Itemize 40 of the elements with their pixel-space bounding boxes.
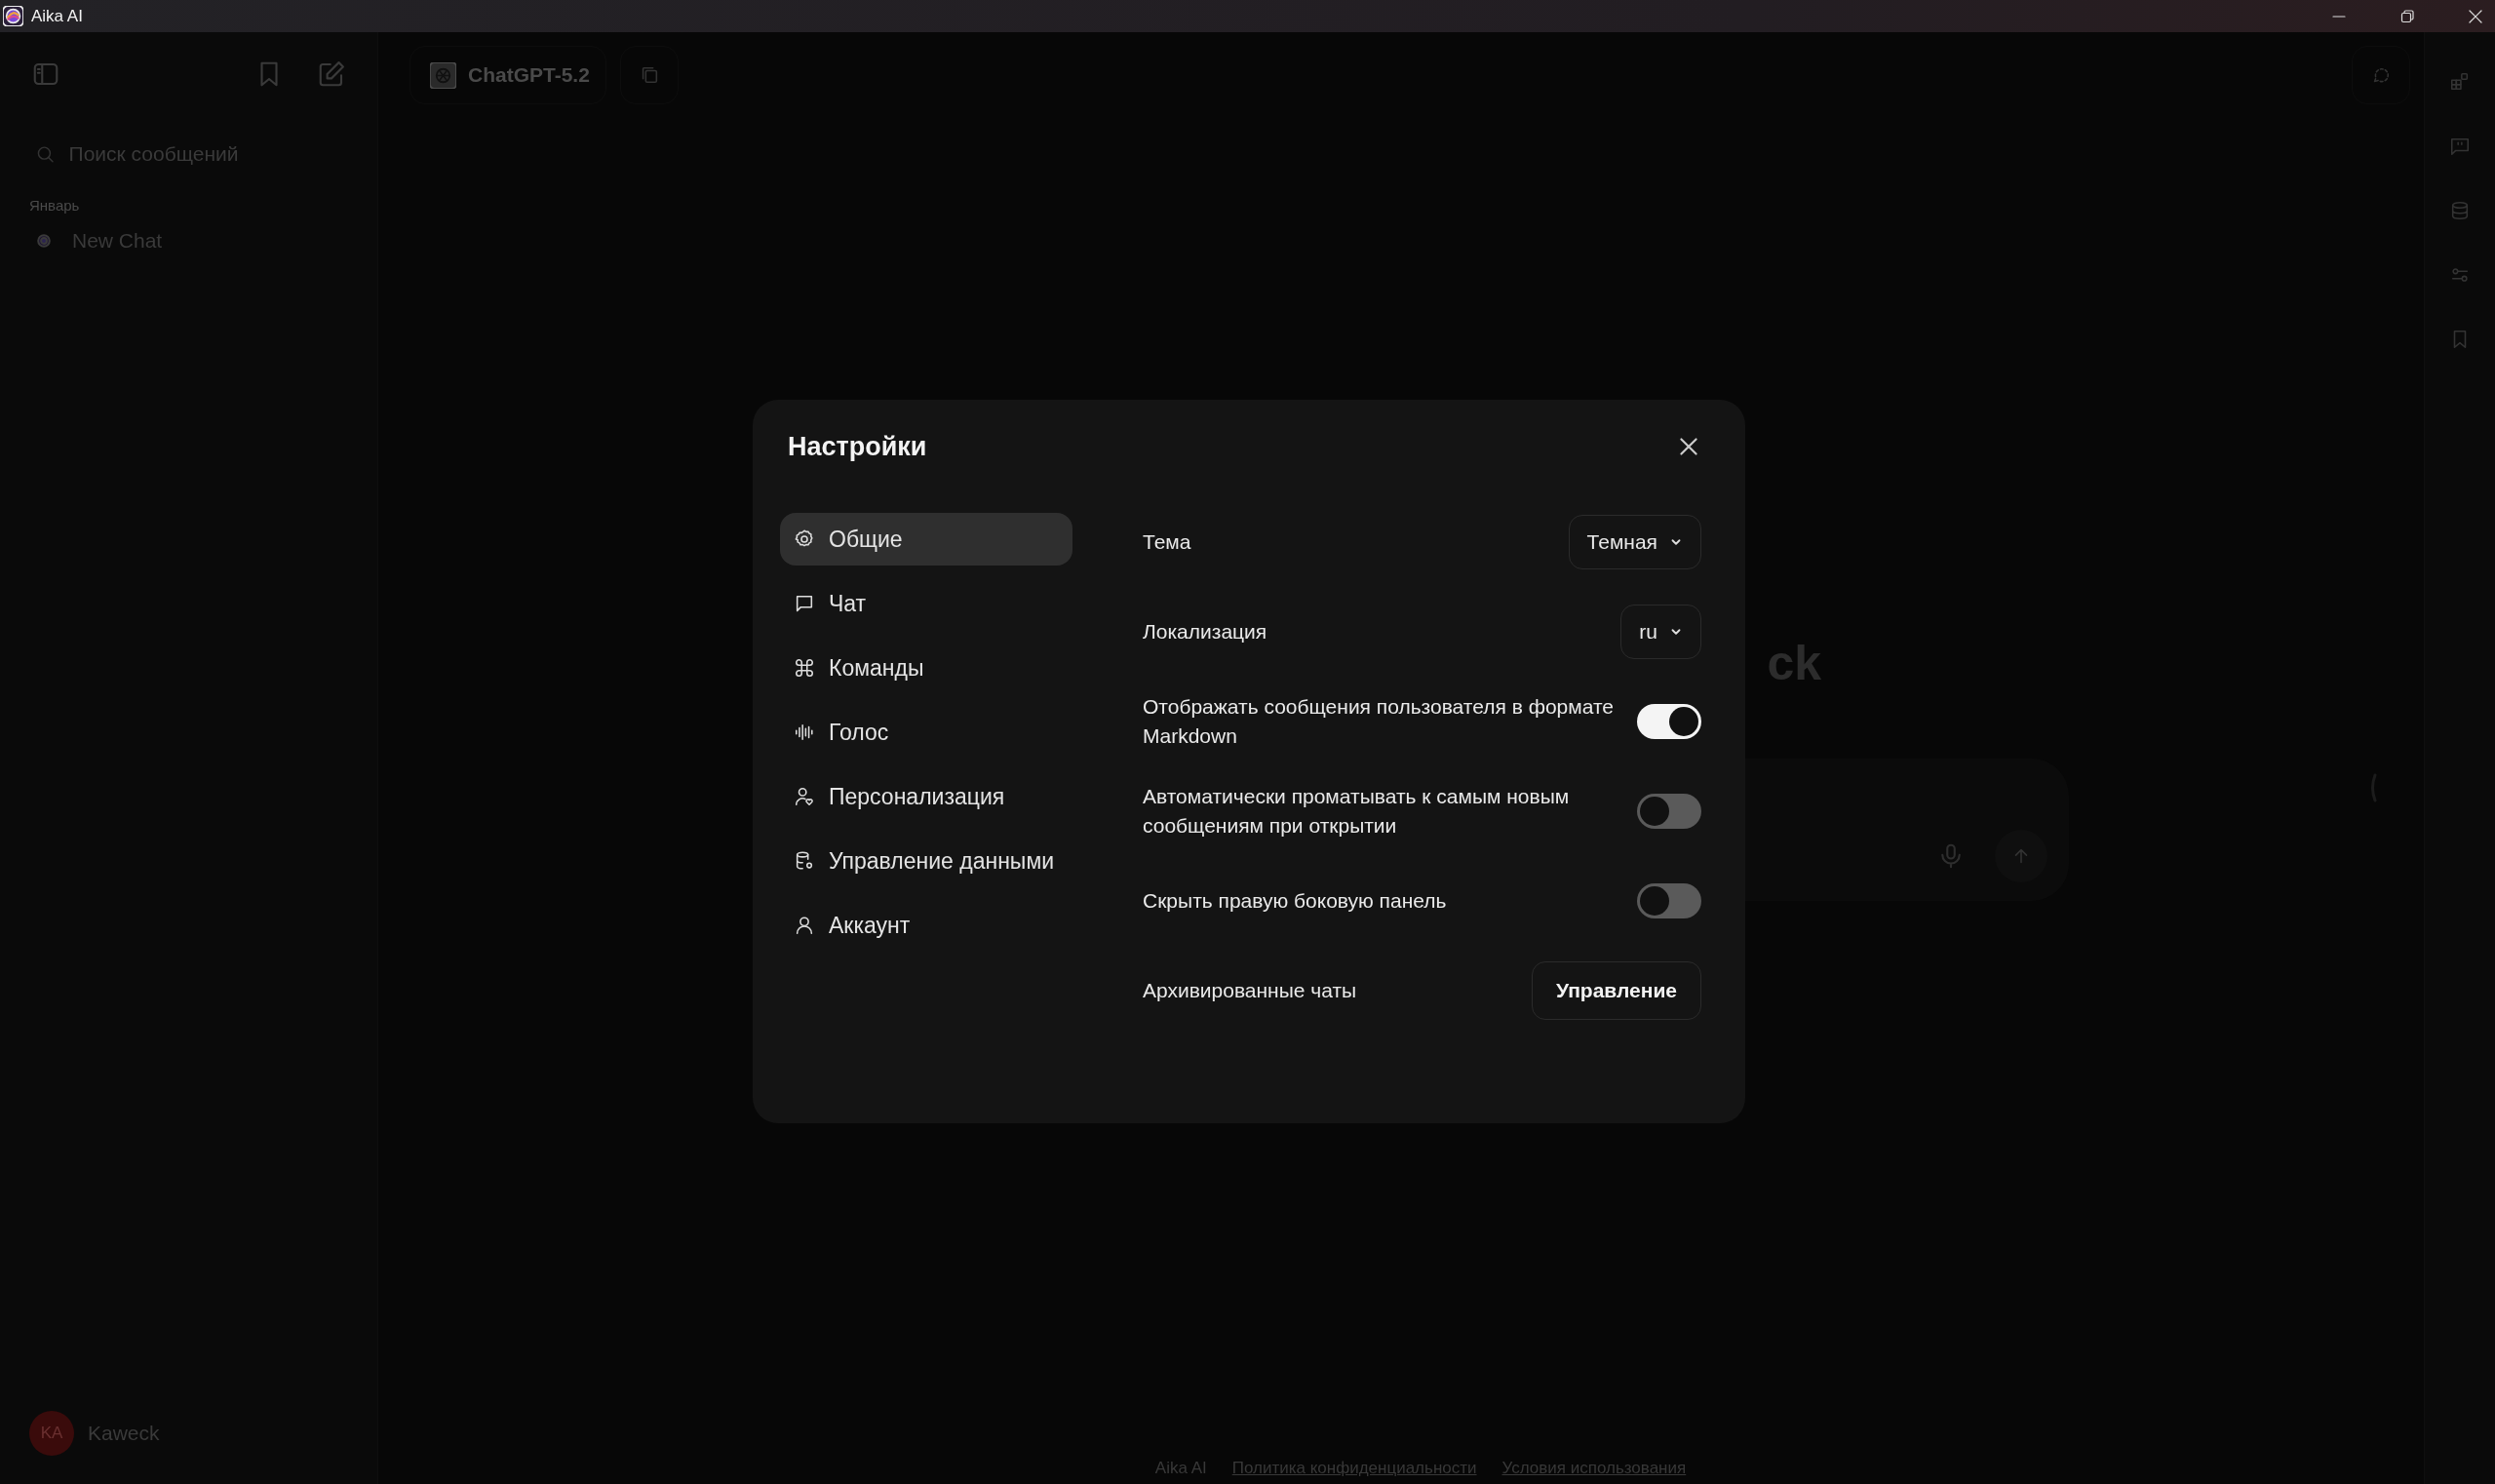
setting-label: Скрыть правую боковую панель: [1143, 888, 1447, 914]
dialog-title: Настройки: [788, 431, 927, 462]
settings-nav-item[interactable]: Аккаунт: [780, 899, 1072, 952]
setting-label: Тема: [1143, 529, 1191, 555]
settings-nav-item[interactable]: Общие: [780, 513, 1072, 566]
settings-nav-item[interactable]: Команды: [780, 642, 1072, 694]
dropdown[interactable]: Темная: [1568, 515, 1701, 569]
restore-icon[interactable]: [2399, 8, 2415, 24]
waveform-icon: [794, 722, 815, 743]
settings-nav-item[interactable]: Управление данными: [780, 835, 1072, 887]
copy-button[interactable]: [619, 46, 679, 104]
app-logo-icon: [3, 6, 23, 26]
model-logo-icon: [430, 61, 456, 89]
command-icon: [794, 657, 815, 679]
close-icon[interactable]: [2468, 8, 2483, 24]
group-label: Январь: [29, 197, 81, 214]
dropdown[interactable]: ru: [1620, 605, 1701, 659]
manage-button[interactable]: Управление: [1531, 961, 1701, 1020]
setting-label: Архивированные чаты: [1143, 978, 1357, 1003]
settings-nav-item[interactable]: Голос: [780, 706, 1072, 759]
window-title: Aika AI: [31, 6, 83, 26]
person-icon: [794, 915, 815, 936]
edit-icon[interactable]: [317, 59, 346, 89]
database-icon[interactable]: [2449, 200, 2471, 221]
temporary-chat-button[interactable]: [2352, 46, 2410, 104]
chat-bubble-icon: [794, 593, 815, 614]
setting-label: Отображать сообщения пользователя в формате Markdown: [1143, 694, 1614, 749]
chat-avatar-icon: [37, 234, 51, 248]
setting-label: Локализация: [1143, 619, 1267, 644]
setting-label: Автоматически проматывать к самым новым сообщениям при открытии: [1143, 784, 1571, 839]
database-icon: [794, 850, 815, 872]
toggle-switch[interactable]: [1637, 704, 1701, 739]
search-icon: [35, 143, 56, 165]
quote-chat-icon[interactable]: [2449, 136, 2471, 157]
settings-nav-item[interactable]: Персонализация: [780, 770, 1072, 823]
person-heart-icon: [794, 786, 815, 807]
toggle-switch[interactable]: [1637, 794, 1701, 829]
settings-nav-item[interactable]: Чат: [780, 577, 1072, 630]
toggle-switch[interactable]: [1637, 883, 1701, 918]
widgets-icon[interactable]: [2449, 71, 2471, 93]
